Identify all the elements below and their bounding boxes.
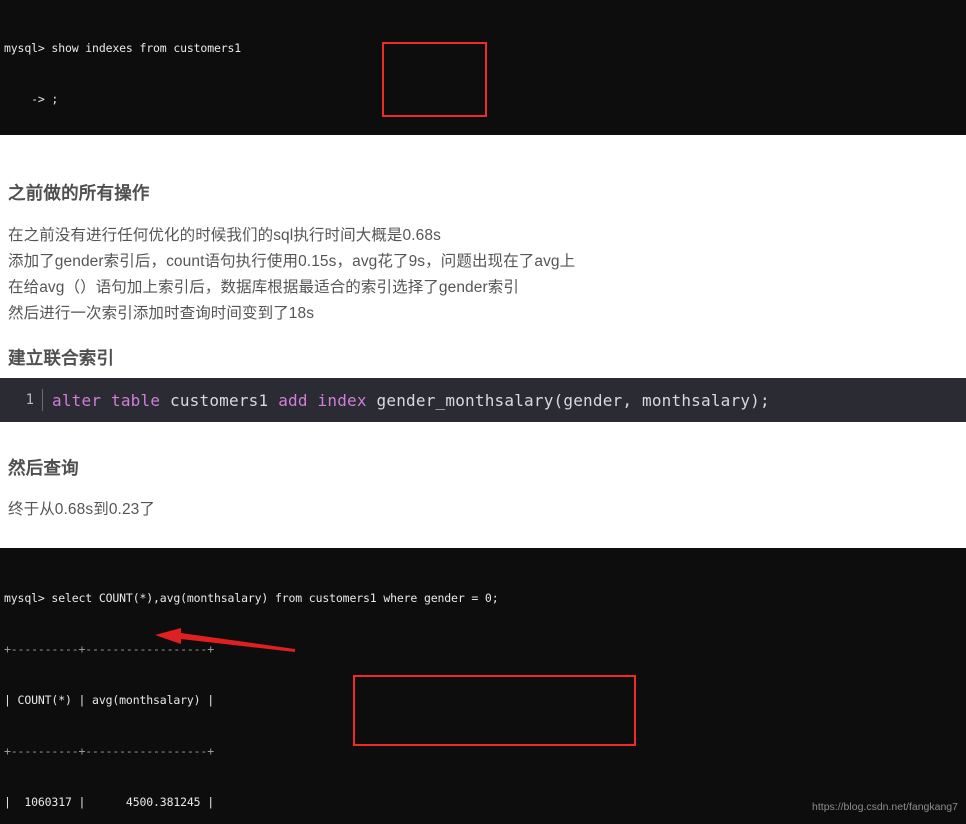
- terminal-output-show-indexes: mysql> show indexes from customers1 -> ;…: [0, 0, 966, 135]
- terminal-line: | COUNT(*) | avg(monthsalary) |: [4, 693, 214, 707]
- paragraph-line: 在给avg（）语句加上索引后，数据库根据最适合的索引选择了gender索引: [8, 279, 519, 296]
- paragraph-line: 添加了gender索引后，count语句执行使用0.15s，avg花了9s，问题…: [8, 253, 576, 270]
- paragraph-previous-operations: 在之前没有进行任何优化的时候我们的sql执行时间大概是0.68s 添加了gend…: [8, 223, 575, 327]
- terminal-line: mysql> select COUNT(*),avg(monthsalary) …: [4, 591, 499, 605]
- terminal-line: mysql> show indexes from customers1: [4, 41, 242, 55]
- code-token-keyword: alter: [52, 390, 102, 410]
- code-block-alter-table: 1 alter table customers1 add index gende…: [0, 378, 966, 422]
- paragraph-line: 在之前没有进行任何优化的时候我们的sql执行时间大概是0.68s: [8, 227, 441, 244]
- paragraph-line: 然后进行一次索引添加时查询时间变到了18s: [8, 305, 315, 322]
- code-token-plain: customers1: [160, 390, 279, 410]
- annotation-redbox-explain-keys: [353, 675, 636, 746]
- heading-create-union-index: 建立联合索引: [8, 348, 115, 368]
- watermark-url: https://blog.csdn.net/fangkang7: [812, 801, 958, 813]
- paragraph-result: 终于从0.68s到0.23了: [8, 501, 155, 518]
- heading-previous-operations: 之前做的所有操作: [8, 183, 150, 203]
- article-body: 之前做的所有操作 在之前没有进行任何优化的时候我们的sql执行时间大概是0.68…: [0, 135, 966, 548]
- code-line-number: 1: [25, 392, 34, 408]
- terminal-line: -> ;: [4, 92, 59, 106]
- code-content: alter table customers1 add index gender_…: [43, 391, 770, 410]
- code-token-keyword: table: [111, 390, 161, 410]
- code-token-plain: gender_monthsalary(gender, monthsalary);: [366, 390, 770, 410]
- terminal-output-query-and-explain: mysql> select COUNT(*),avg(monthsalary) …: [0, 548, 966, 824]
- terminal-line: +----------+------------------+: [4, 642, 214, 656]
- code-token-keyword: add: [278, 390, 308, 410]
- heading-then-query: 然后查询: [8, 458, 79, 478]
- code-token-keyword: index: [317, 390, 367, 410]
- terminal-line: +----------+------------------+: [4, 744, 214, 758]
